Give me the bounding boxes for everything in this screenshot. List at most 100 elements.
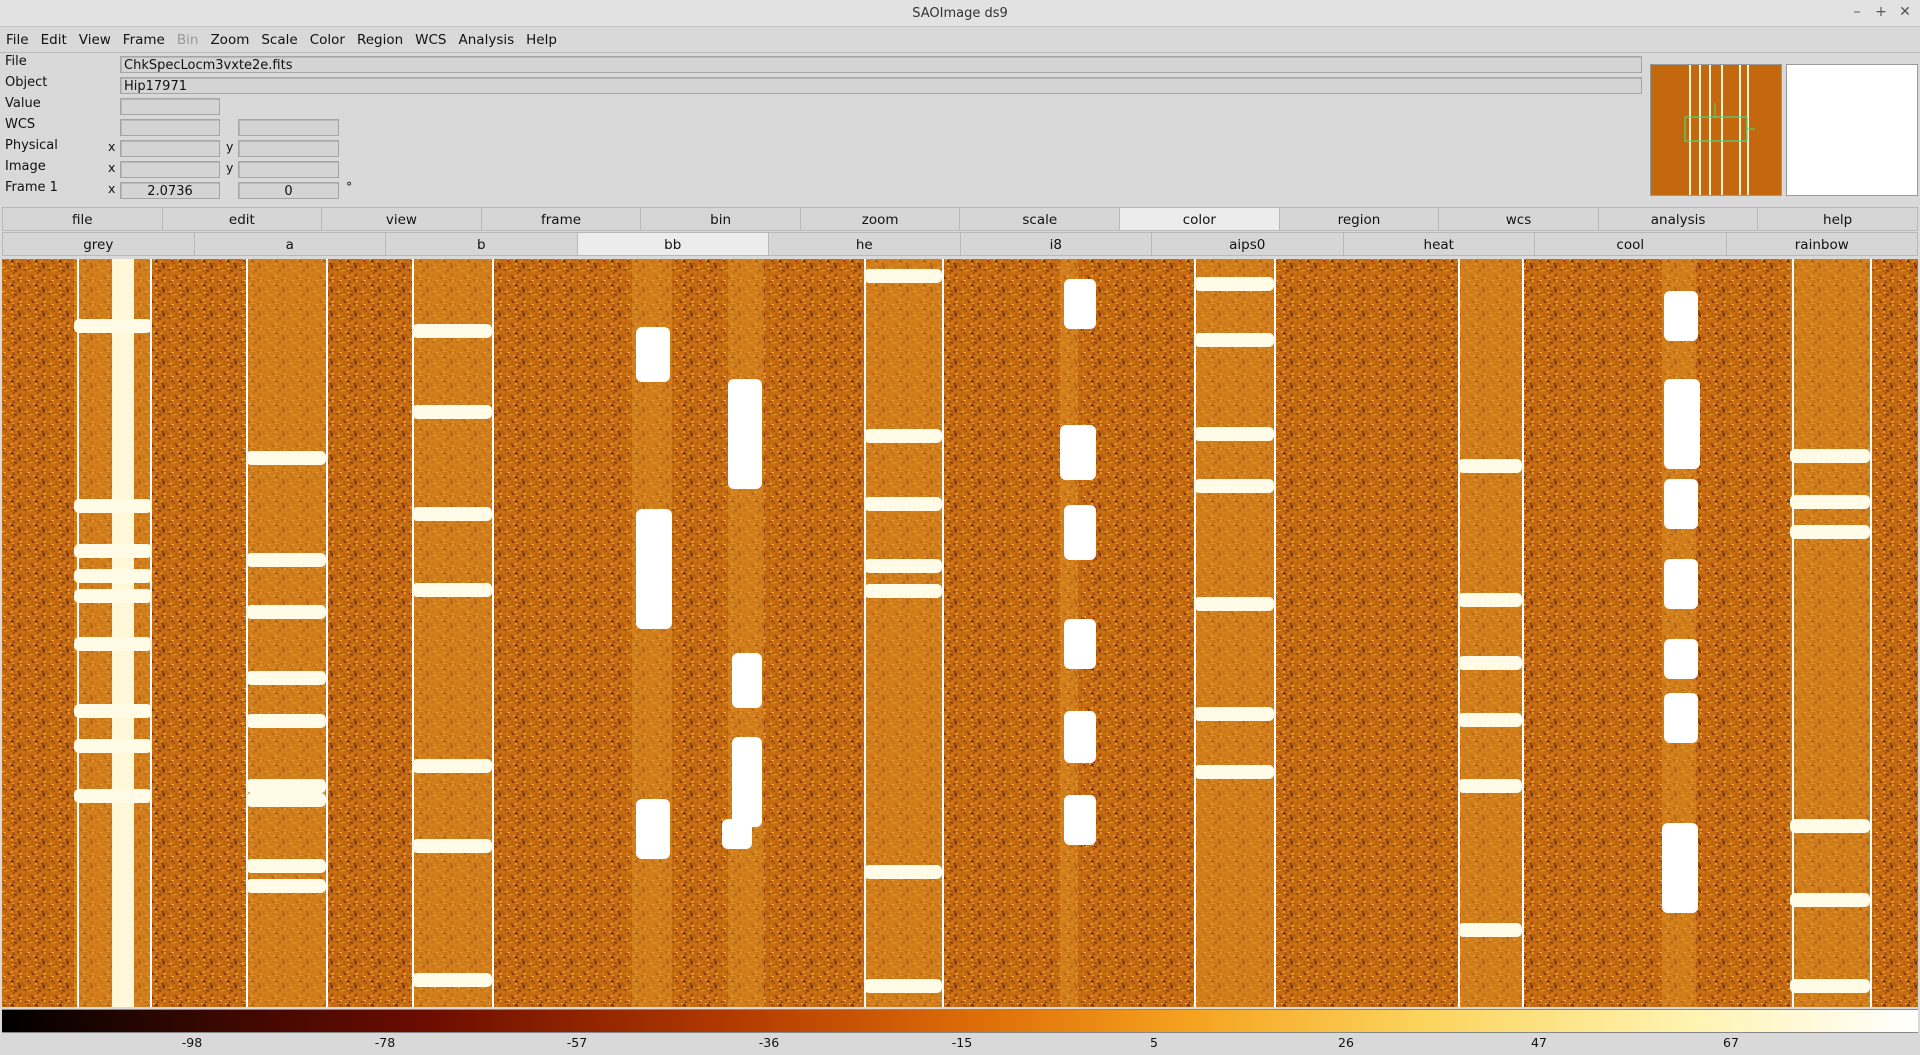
object-label: Object bbox=[5, 75, 48, 90]
panner-column bbox=[1709, 65, 1711, 195]
frame-zoom-field: 2.0736 bbox=[120, 182, 220, 199]
colorbar-tick-label: -78 bbox=[374, 1035, 396, 1050]
fits-image bbox=[2, 259, 1918, 1007]
emission-line bbox=[1194, 277, 1274, 291]
menu-frame[interactable]: Frame bbox=[117, 32, 171, 48]
bright-feature bbox=[1064, 279, 1096, 329]
colorbar-tick-label: 47 bbox=[1531, 1035, 1547, 1050]
info-panel: File ChkSpecLocm3vxte2e.fits Object Hip1… bbox=[0, 54, 1650, 204]
menu-analysis[interactable]: Analysis bbox=[453, 32, 521, 48]
buttonbar-help-button[interactable]: help bbox=[1758, 207, 1918, 231]
buttonbar-bin-button[interactable]: bin bbox=[641, 207, 801, 231]
emission-line bbox=[74, 704, 152, 718]
emission-line bbox=[1458, 656, 1522, 670]
button-bar: file edit view frame bin zoom scale color region… bbox=[2, 207, 1918, 231]
colormap-i8-button[interactable]: i8 bbox=[960, 232, 1152, 256]
buttonbar-frame-button[interactable]: frame bbox=[481, 207, 642, 231]
physical-label: Physical bbox=[5, 138, 58, 153]
emission-line bbox=[1194, 333, 1274, 347]
colormap-b-button[interactable]: b bbox=[386, 232, 578, 256]
bright-feature bbox=[1064, 711, 1096, 763]
menu-zoom[interactable]: Zoom bbox=[204, 32, 255, 48]
bright-feature bbox=[636, 327, 670, 382]
buttonbar-color-button[interactable]: color bbox=[1120, 207, 1280, 231]
menu-color[interactable]: Color bbox=[304, 32, 351, 48]
menu-view[interactable]: View bbox=[73, 32, 117, 48]
emission-line bbox=[1458, 459, 1522, 473]
buttonbar-wcs-button[interactable]: wcs bbox=[1439, 207, 1599, 231]
minimize-icon[interactable]: – bbox=[1850, 3, 1864, 21]
emission-line bbox=[246, 879, 326, 893]
image-display[interactable] bbox=[2, 259, 1918, 1007]
file-field: ChkSpecLocm3vxte2e.fits bbox=[120, 56, 1642, 73]
panner-background bbox=[1651, 65, 1781, 195]
bright-feature bbox=[1664, 479, 1698, 529]
panner[interactable] bbox=[1650, 64, 1782, 196]
emission-line bbox=[74, 319, 152, 333]
colormap-he-button[interactable]: he bbox=[769, 232, 961, 256]
colorbar-tick-label: -98 bbox=[181, 1035, 203, 1050]
bright-feature bbox=[1064, 795, 1096, 845]
emission-line bbox=[412, 973, 492, 987]
emission-line bbox=[864, 584, 942, 598]
emission-line bbox=[1458, 779, 1522, 793]
emission-line bbox=[246, 451, 326, 465]
frame-x-label: x bbox=[108, 181, 116, 196]
bright-feature bbox=[1664, 559, 1698, 609]
bright-feature bbox=[732, 653, 762, 708]
emission-line bbox=[74, 589, 152, 603]
colormap-a-button[interactable]: a bbox=[194, 232, 386, 256]
degree-unit: ° bbox=[346, 179, 353, 194]
emission-line bbox=[1790, 819, 1870, 833]
buttonbar-region-button[interactable]: region bbox=[1279, 207, 1440, 231]
maximize-icon[interactable]: + bbox=[1874, 3, 1888, 21]
buttonbar-file-button[interactable]: file bbox=[2, 207, 163, 231]
buttonbar-view-button[interactable]: view bbox=[322, 207, 482, 231]
menu-edit[interactable]: Edit bbox=[35, 32, 73, 48]
wcs-field-2 bbox=[238, 119, 339, 136]
colormap-grey-button[interactable]: grey bbox=[2, 232, 195, 256]
colorbar-tick-label: 5 bbox=[1150, 1035, 1158, 1050]
order-edge-line bbox=[1194, 259, 1196, 1007]
order-edge-line bbox=[1274, 259, 1276, 1007]
bright-feature bbox=[1664, 379, 1700, 469]
colormap-bb-button[interactable]: bb bbox=[577, 232, 769, 256]
colormap-rainbow-button[interactable]: rainbow bbox=[1726, 232, 1918, 256]
colorbar bbox=[2, 1009, 1918, 1033]
buttonbar-edit-button[interactable]: edit bbox=[162, 207, 323, 231]
colormap-aips0-button[interactable]: aips0 bbox=[1152, 232, 1344, 256]
colormap-cool-button[interactable]: cool bbox=[1535, 232, 1727, 256]
bright-feature bbox=[1664, 693, 1698, 743]
colormap-bar: grey a b bb he i8 aips0 heat cool rainbow bbox=[2, 232, 1918, 256]
emission-line bbox=[412, 839, 492, 853]
menu-region[interactable]: Region bbox=[351, 32, 409, 48]
order-edge-line bbox=[412, 259, 414, 1007]
emission-line bbox=[246, 793, 326, 807]
menu-scale[interactable]: Scale bbox=[255, 32, 303, 48]
menu-help[interactable]: Help bbox=[520, 32, 563, 48]
image-x-label: x bbox=[108, 160, 116, 175]
buttonbar-zoom-button[interactable]: zoom bbox=[800, 207, 961, 231]
bright-feature bbox=[722, 819, 752, 849]
colormap-heat-button[interactable]: heat bbox=[1343, 232, 1535, 256]
emission-line bbox=[1790, 495, 1870, 509]
emission-line bbox=[1194, 427, 1274, 441]
menu-file[interactable]: File bbox=[0, 32, 35, 48]
emission-line bbox=[246, 859, 326, 873]
emission-line bbox=[864, 559, 942, 573]
buttonbar-analysis-button[interactable]: analysis bbox=[1598, 207, 1759, 231]
spectral-order bbox=[864, 259, 942, 1007]
menu-bin: Bin bbox=[176, 31, 199, 48]
emission-line bbox=[1458, 713, 1522, 727]
magnifier bbox=[1786, 64, 1918, 196]
menu-wcs[interactable]: WCS bbox=[409, 32, 452, 48]
buttonbar-scale-button[interactable]: scale bbox=[960, 207, 1121, 231]
close-icon[interactable]: ✕ bbox=[1898, 3, 1912, 21]
emission-line bbox=[74, 499, 152, 513]
bright-feature bbox=[1064, 619, 1096, 669]
emission-line bbox=[246, 671, 326, 685]
bright-feature bbox=[1064, 505, 1096, 560]
order-edge-line bbox=[1522, 259, 1524, 1007]
panner-column bbox=[1721, 65, 1723, 195]
spectral-order bbox=[1458, 259, 1522, 1007]
